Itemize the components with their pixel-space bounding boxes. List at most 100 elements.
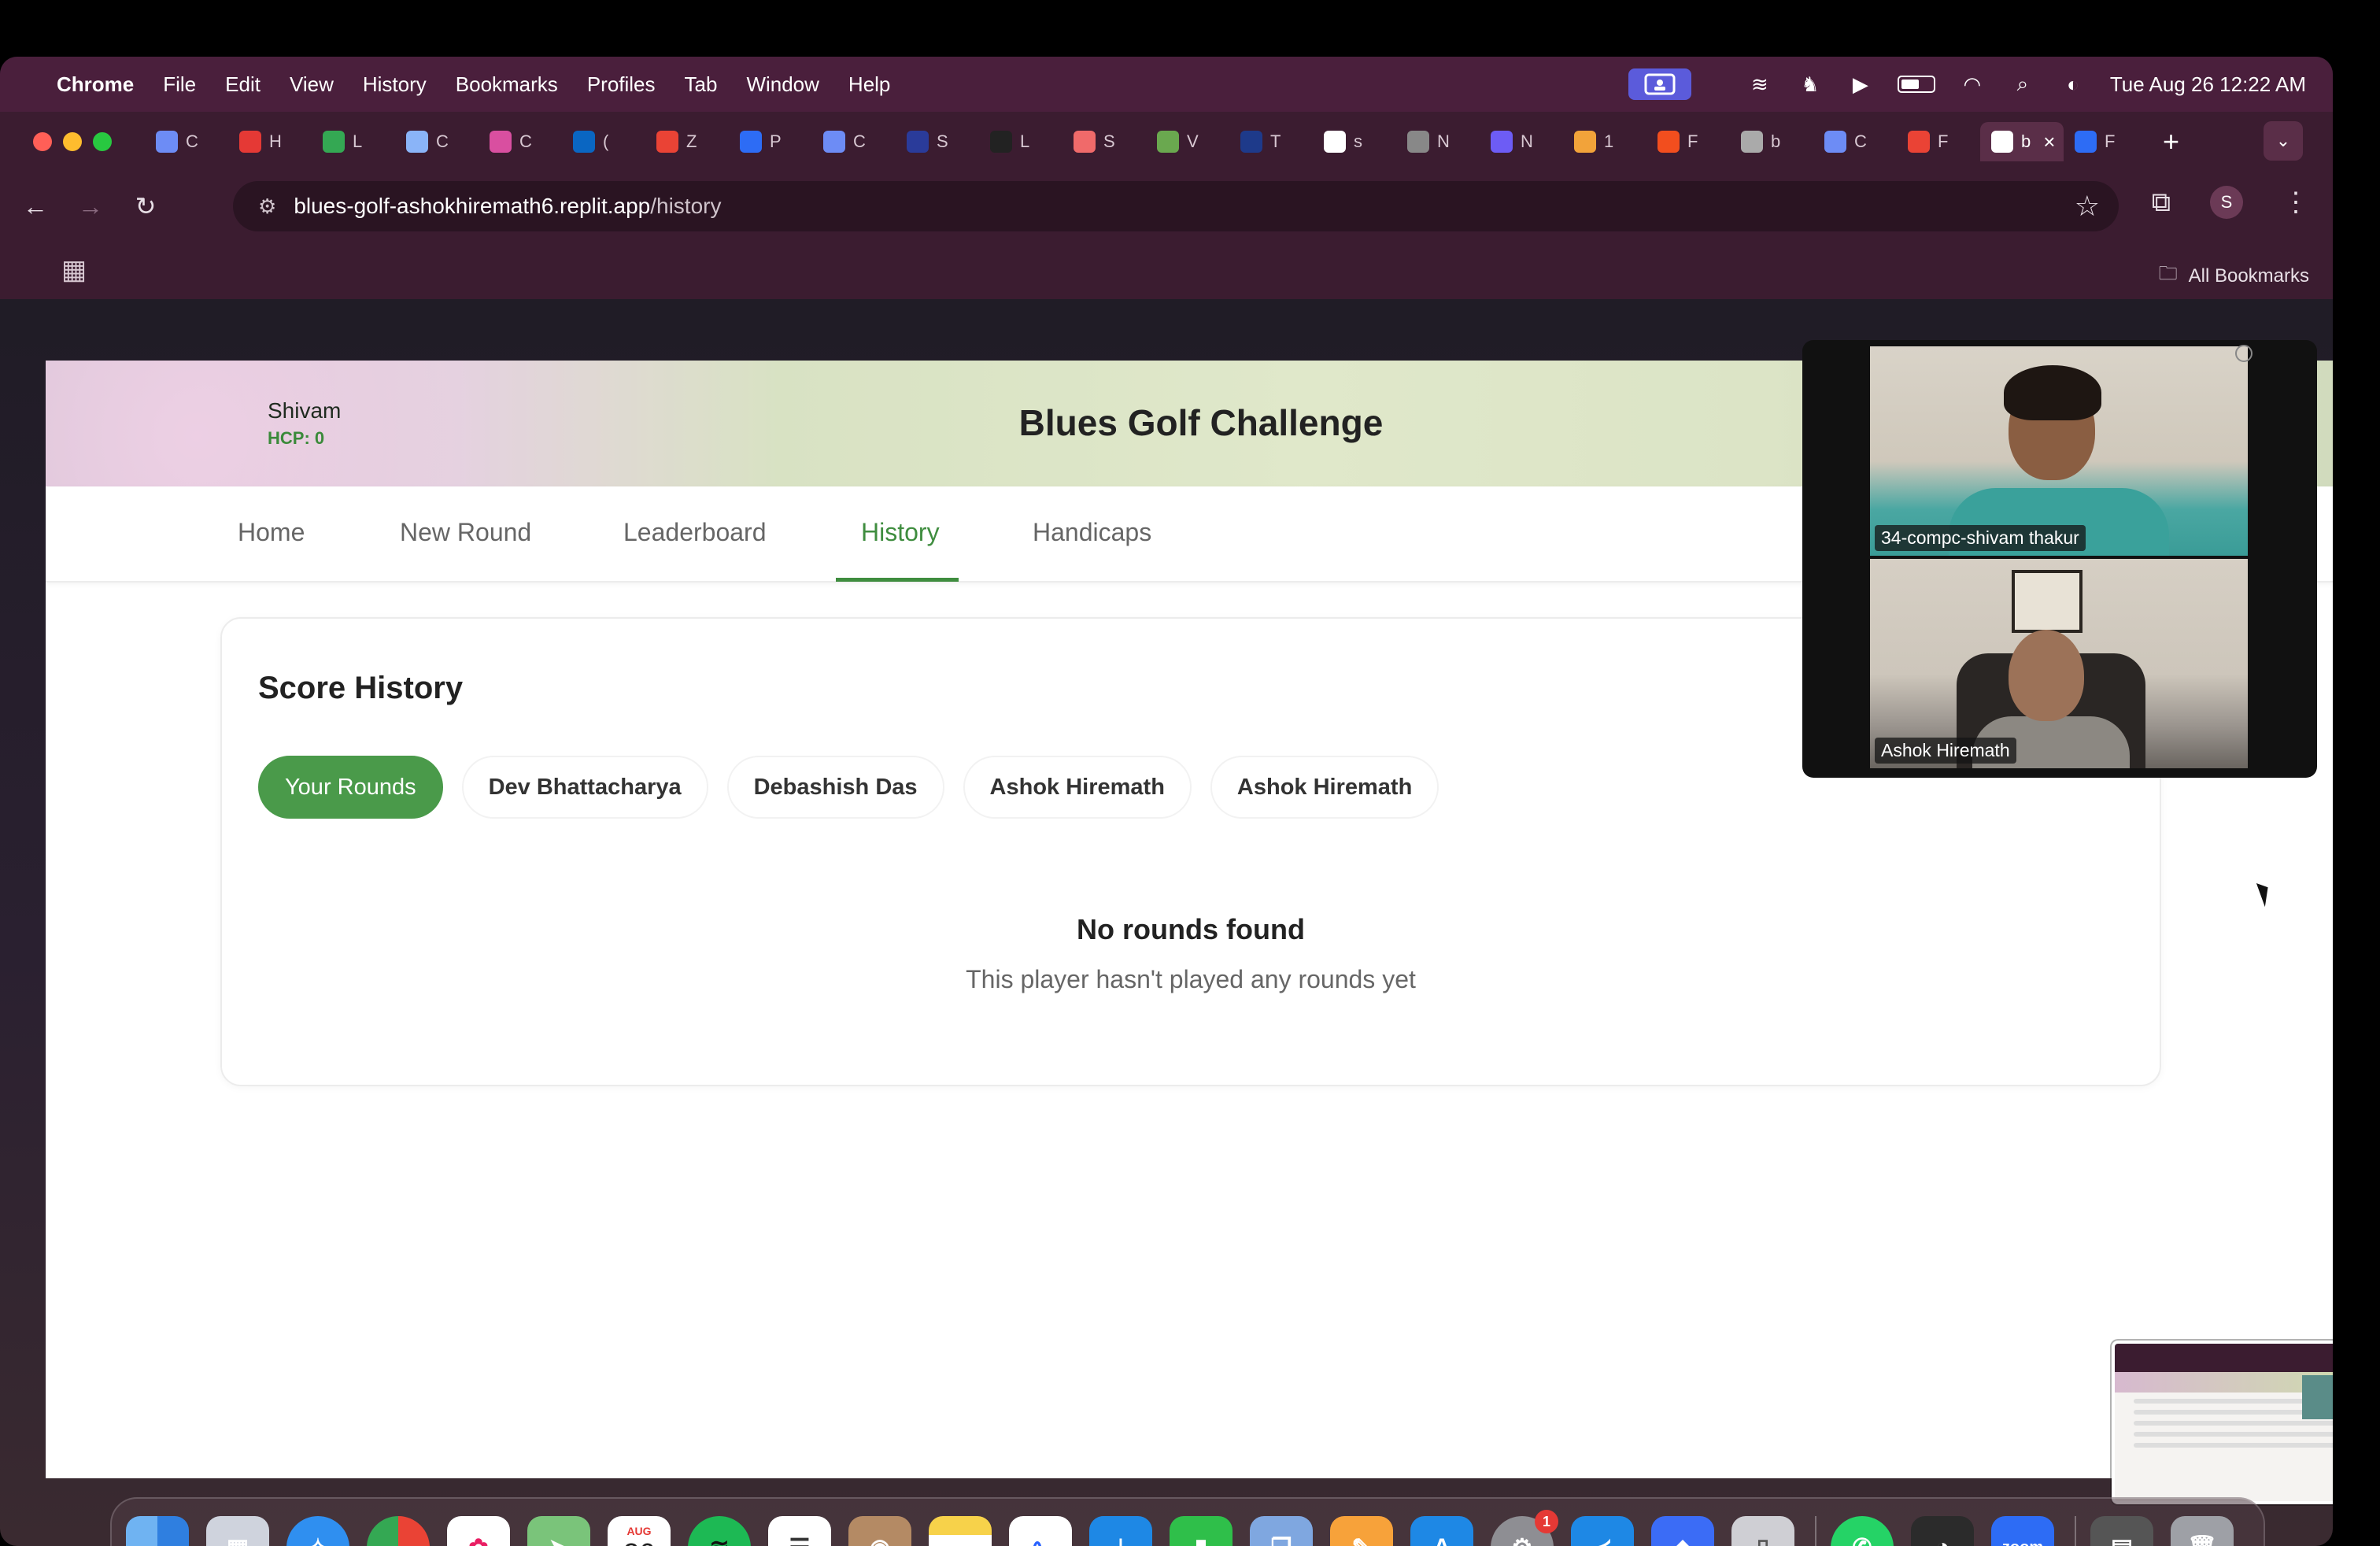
- maximize-window-button[interactable]: [93, 132, 112, 151]
- browser-tab[interactable]: F: [2064, 122, 2147, 161]
- browser-tab[interactable]: P: [729, 122, 812, 161]
- nav-history[interactable]: History: [861, 518, 940, 547]
- menu-bookmarks[interactable]: Bookmarks: [456, 72, 558, 97]
- keynote-icon[interactable]: ⊥: [1089, 1516, 1152, 1546]
- nav-handicaps[interactable]: Handicaps: [1033, 518, 1151, 547]
- launchpad-icon[interactable]: ▦: [206, 1516, 269, 1546]
- tab-search-button[interactable]: ⌄: [2264, 121, 2303, 161]
- finder-icon[interactable]: [126, 1516, 189, 1546]
- contacts-icon[interactable]: ◉: [848, 1516, 911, 1546]
- filter-debashish-das[interactable]: Debashish Das: [726, 756, 944, 819]
- forward-button[interactable]: →: [71, 187, 110, 226]
- reload-button[interactable]: ↻: [126, 187, 165, 226]
- more-menu-icon[interactable]: ⋮: [2282, 187, 2309, 218]
- screenshot-thumbnail[interactable]: [2112, 1341, 2333, 1504]
- browser-tab[interactable]: H: [228, 122, 312, 161]
- preview-icon[interactable]: ❐: [1250, 1516, 1313, 1546]
- menu-edit[interactable]: Edit: [225, 72, 261, 97]
- participant-video[interactable]: Ashok Hiremath: [1870, 559, 2248, 768]
- participant-video[interactable]: 34-compc-shivam thakur: [1870, 346, 2248, 556]
- menu-help[interactable]: Help: [848, 72, 890, 97]
- browser-tab[interactable]: S: [896, 122, 979, 161]
- browser-tab[interactable]: F: [1897, 122, 1980, 161]
- menu-history[interactable]: History: [363, 72, 427, 97]
- browser-tab[interactable]: C: [145, 122, 228, 161]
- minimize-window-button[interactable]: [63, 132, 82, 151]
- colorsync-icon[interactable]: ◑: [1911, 1516, 1974, 1546]
- app-icon[interactable]: ◆: [1651, 1516, 1714, 1546]
- bookmark-star-icon[interactable]: ☆: [2075, 190, 2100, 223]
- apps-grid-icon[interactable]: ▦: [61, 254, 87, 286]
- browser-tab[interactable]: C: [812, 122, 896, 161]
- whatsapp-icon[interactable]: ✆: [1831, 1516, 1894, 1546]
- iphone-mirroring-icon[interactable]: ▯: [1731, 1516, 1794, 1546]
- nav-new-round[interactable]: New Round: [400, 518, 531, 547]
- menu-file[interactable]: File: [163, 72, 196, 97]
- pages-icon[interactable]: ✎: [1330, 1516, 1393, 1546]
- chrome-icon[interactable]: [367, 1516, 430, 1546]
- filter-dev-bhattacharya[interactable]: Dev Bhattacharya: [461, 756, 708, 819]
- browser-tab[interactable]: (: [562, 122, 645, 161]
- numbers-icon[interactable]: ▮: [1170, 1516, 1232, 1546]
- play-icon[interactable]: ▶: [1847, 72, 1874, 96]
- all-bookmarks-button[interactable]: 🗀 All Bookmarks: [2159, 260, 2309, 292]
- browser-tab[interactable]: s: [1313, 122, 1396, 161]
- zoom-icon[interactable]: zoom: [1991, 1516, 2054, 1546]
- filter-ashok-hiremath-2[interactable]: Ashok Hiremath: [1210, 756, 1439, 819]
- calendar-icon[interactable]: AUG 26: [608, 1516, 671, 1546]
- safari-icon[interactable]: ✧: [286, 1516, 349, 1546]
- nav-home[interactable]: Home: [238, 518, 305, 547]
- browser-tab[interactable]: b ×: [1980, 122, 2064, 161]
- screen-share-icon[interactable]: [1628, 68, 1691, 100]
- battery-icon[interactable]: [1897, 76, 1935, 93]
- app-store-icon[interactable]: A: [1410, 1516, 1473, 1546]
- filter-ashok-hiremath[interactable]: Ashok Hiremath: [963, 756, 1192, 819]
- browser-tab[interactable]: F: [1646, 122, 1730, 161]
- downloads-stack-icon[interactable]: ▤: [2090, 1516, 2153, 1546]
- browser-tab[interactable]: 1: [1563, 122, 1646, 161]
- browser-tab[interactable]: V: [1146, 122, 1229, 161]
- vscode-icon[interactable]: ≺: [1571, 1516, 1634, 1546]
- close-window-button[interactable]: [33, 132, 52, 151]
- freeform-icon[interactable]: ∿: [1009, 1516, 1072, 1546]
- browser-tab[interactable]: N: [1480, 122, 1563, 161]
- site-info-icon[interactable]: ⚙: [258, 194, 276, 219]
- menu-datetime[interactable]: Tue Aug 26 12:22 AM: [2110, 72, 2306, 97]
- layers-icon[interactable]: ≋: [1746, 72, 1773, 96]
- nav-leaderboard[interactable]: Leaderboard: [623, 518, 766, 547]
- system-settings-icon[interactable]: ⚙1: [1491, 1510, 1558, 1546]
- menu-view[interactable]: View: [290, 72, 334, 97]
- panel-options-icon[interactable]: [2235, 345, 2252, 362]
- browser-tab[interactable]: T: [1229, 122, 1313, 161]
- filter-your-rounds[interactable]: Your Rounds: [258, 756, 443, 819]
- menu-tab[interactable]: Tab: [685, 72, 718, 97]
- wifi-icon[interactable]: ◠: [1959, 72, 1986, 96]
- menu-profiles[interactable]: Profiles: [587, 72, 656, 97]
- browser-tab[interactable]: C: [395, 122, 479, 161]
- accessibility-icon[interactable]: ♞: [1797, 72, 1824, 96]
- browser-tab[interactable]: S: [1062, 122, 1146, 161]
- extensions-icon[interactable]: ⧉: [2152, 187, 2171, 218]
- browser-tab[interactable]: b: [1730, 122, 1813, 161]
- address-bar[interactable]: ⚙ blues-golf-ashokhiremath6.replit.app/h…: [233, 181, 2119, 231]
- menu-window[interactable]: Window: [746, 72, 819, 97]
- browser-tab[interactable]: N: [1396, 122, 1480, 161]
- browser-tab[interactable]: C: [1813, 122, 1897, 161]
- photos-icon[interactable]: ✿: [447, 1516, 510, 1546]
- browser-tab[interactable]: L: [979, 122, 1062, 161]
- search-icon[interactable]: ⌕: [2009, 72, 2036, 96]
- browser-tab[interactable]: Z: [645, 122, 729, 161]
- maps-icon[interactable]: ➤: [527, 1516, 590, 1546]
- reminders-icon[interactable]: ☰: [768, 1516, 831, 1546]
- trash-icon[interactable]: 🗑: [2171, 1516, 2234, 1546]
- spotify-icon[interactable]: ≋: [688, 1516, 751, 1546]
- profile-avatar[interactable]: S: [2210, 186, 2243, 219]
- browser-tab[interactable]: C: [479, 122, 562, 161]
- menu-app-name[interactable]: Chrome: [57, 72, 134, 97]
- close-tab-icon[interactable]: ×: [2043, 130, 2055, 154]
- browser-tab[interactable]: L: [312, 122, 395, 161]
- notes-icon[interactable]: [929, 1516, 992, 1546]
- control-center-icon[interactable]: ◐: [2060, 72, 2086, 96]
- new-tab-button[interactable]: +: [2163, 125, 2179, 158]
- back-button[interactable]: ←: [16, 187, 55, 226]
